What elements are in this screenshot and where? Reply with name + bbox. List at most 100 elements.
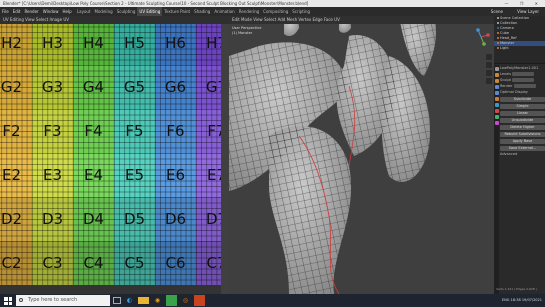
- 3d-viewport[interactable]: Edit Mode View Select Add Mesh Vertex Ed…: [229, 16, 494, 294]
- uv-grid-cell-label: C2: [1, 254, 22, 272]
- uv-grid-cell-label: H3: [42, 34, 63, 52]
- file-explorer-icon[interactable]: [138, 297, 149, 304]
- tab-animation[interactable]: Animation: [212, 7, 236, 16]
- uv-grid-cell-label: F6: [166, 122, 185, 140]
- powerpoint-icon[interactable]: [194, 295, 205, 306]
- date[interactable]: 19/07/2021: [522, 298, 542, 302]
- language-indicator[interactable]: ENG: [502, 298, 510, 302]
- menu-file[interactable]: File: [0, 7, 11, 16]
- uv-grid-cell: D4: [73, 197, 114, 241]
- unsubdivide-button[interactable]: Unsubdivide: [500, 118, 545, 123]
- perspective-toggle-icon[interactable]: [486, 78, 492, 84]
- uv-editor-header[interactable]: UV Editing View Select Image UV: [0, 16, 229, 24]
- uv-grid-cell: C5: [114, 241, 155, 285]
- uv-grid-cell-label: F3: [43, 122, 62, 140]
- uv-grid-cell: G4: [73, 65, 114, 109]
- windows-start-icon[interactable]: [4, 297, 12, 305]
- menu-render[interactable]: Render: [22, 7, 40, 16]
- menu-edit[interactable]: Edit: [11, 7, 23, 16]
- window-controls[interactable]: — ❐ ✕: [505, 0, 543, 7]
- outliner-item[interactable]: Light: [494, 46, 545, 51]
- properties-tab-icon[interactable]: [494, 85, 499, 89]
- levels-field[interactable]: [512, 72, 535, 76]
- properties-tab-icon[interactable]: [494, 103, 499, 107]
- properties-tab-icon[interactable]: [494, 73, 499, 77]
- camera-view-icon[interactable]: [486, 70, 492, 76]
- navigation-gizmo-icon[interactable]: [472, 28, 490, 46]
- linear-button[interactable]: Linear: [500, 111, 545, 116]
- monster-mesh[interactable]: [229, 16, 494, 294]
- subdivide-button[interactable]: Subdivide: [500, 97, 545, 102]
- simple-button[interactable]: Simple: [500, 104, 545, 109]
- save-external-button[interactable]: Save External...: [500, 146, 545, 151]
- uv-grid-cell: E5: [114, 153, 155, 197]
- tab-sculpting[interactable]: Sculpting: [115, 7, 138, 16]
- optimal-display-checkbox[interactable]: Optimal Display: [500, 90, 545, 95]
- status-bar-stats: Verts 1,321 | Edges 2,628 | Faces 1,308: [496, 287, 537, 301]
- window-title: Blender* [C:\Users\Demi\Desktop\Low Poly…: [3, 1, 309, 6]
- render-row[interactable]: Render: [500, 84, 545, 89]
- modifier-name[interactable]: LowPolyMonster1.001: [500, 66, 545, 71]
- uv-grid-cell-label: G2: [0, 78, 23, 96]
- menu-window[interactable]: Window: [41, 7, 61, 16]
- tab-uv-editing[interactable]: UV Editing: [137, 7, 163, 16]
- task-view-icon[interactable]: [113, 297, 121, 304]
- uv-grid-cell-label: E3: [42, 166, 63, 184]
- uv-editor-edge: [221, 16, 229, 294]
- zoom-icon[interactable]: [486, 54, 492, 60]
- tab-shading[interactable]: Shading: [192, 7, 212, 16]
- uv-editor[interactable]: UV Editing View Select Image UV H2 H3 H4 H5…: [0, 16, 229, 294]
- chrome-icon[interactable]: ◉: [152, 295, 163, 306]
- uv-grid-cell: H5: [114, 21, 155, 65]
- outliner-item-label: Head_Ref: [500, 36, 517, 40]
- app-green-icon[interactable]: [166, 295, 177, 306]
- tab-scripting[interactable]: Scripting: [290, 7, 312, 16]
- viewport-header[interactable]: Edit Mode View Select Add Mesh Vertex Ed…: [229, 16, 494, 24]
- outliner-item-label: Scene Collection: [500, 16, 530, 20]
- uv-grid-cell-label: D2: [0, 210, 23, 228]
- properties-tab-icon[interactable]: [494, 115, 499, 119]
- tab-layout[interactable]: Layout: [75, 7, 93, 16]
- top-menu-bar: File Edit Render Window Help Layout Modeling S…: [0, 7, 545, 16]
- levels-row[interactable]: Levels: [500, 72, 545, 77]
- sculpt-row[interactable]: Sculpt: [500, 78, 545, 83]
- object-type-icon: [497, 22, 499, 24]
- apply-base-button[interactable]: Apply Base: [500, 139, 545, 144]
- uv-grid-cell-label: G4: [82, 78, 105, 96]
- advanced-subpanel[interactable]: Advanced: [500, 152, 545, 157]
- taskbar-search-box[interactable]: Type here to search: [16, 295, 110, 306]
- pan-icon[interactable]: [486, 62, 492, 68]
- render-field[interactable]: [513, 84, 536, 88]
- tab-compositing[interactable]: Compositing: [261, 7, 290, 16]
- properties-tab-icon[interactable]: [494, 109, 499, 113]
- tab-texture-paint[interactable]: Texture Paint: [162, 7, 192, 16]
- sculpt-label: Sculpt: [500, 78, 511, 82]
- scene-selector[interactable]: Scene: [489, 7, 505, 16]
- properties-tab-icon[interactable]: [494, 97, 499, 101]
- menu-help[interactable]: Help: [60, 7, 73, 16]
- clock[interactable]: 18:38: [511, 298, 521, 302]
- properties-editor[interactable]: LowPolyMonster1.001 Levels Sculpt Render…: [494, 65, 545, 294]
- properties-tab-icon[interactable]: [494, 91, 499, 95]
- tab-modeling[interactable]: Modeling: [93, 7, 115, 16]
- uv-grid-cell: E2: [0, 153, 32, 197]
- view-layer-selector[interactable]: View Layer: [515, 7, 541, 16]
- object-type-icon: [497, 32, 499, 34]
- outliner[interactable]: Scene Collection Collection Camera Cube Head…: [494, 16, 545, 64]
- sculpt-field[interactable]: [512, 78, 535, 82]
- delete-higher-button[interactable]: Delete Higher: [500, 125, 545, 130]
- uv-grid-cell: C4: [73, 241, 114, 285]
- object-type-icon: [497, 42, 499, 44]
- windows-taskbar: Type here to search ◐ ◉ ◎ ENG 18:38 19/0…: [0, 294, 545, 307]
- edge-browser-icon[interactable]: ◐: [124, 295, 135, 306]
- uv-grid-cell-label: H6: [165, 34, 186, 52]
- properties-tab-icon[interactable]: [494, 67, 499, 71]
- properties-tabs: [494, 65, 499, 294]
- uv-grid-cell-label: C4: [83, 254, 104, 272]
- tab-rendering[interactable]: Rendering: [237, 7, 261, 16]
- properties-tab-icon[interactable]: [494, 79, 499, 83]
- blender-icon[interactable]: ◎: [180, 295, 191, 306]
- viewport-object-label: (1) Monster: [232, 31, 253, 35]
- rebuild-subdivisions-button[interactable]: Rebuild Subdivisions: [500, 132, 545, 137]
- properties-tab-icon[interactable]: [494, 121, 499, 125]
